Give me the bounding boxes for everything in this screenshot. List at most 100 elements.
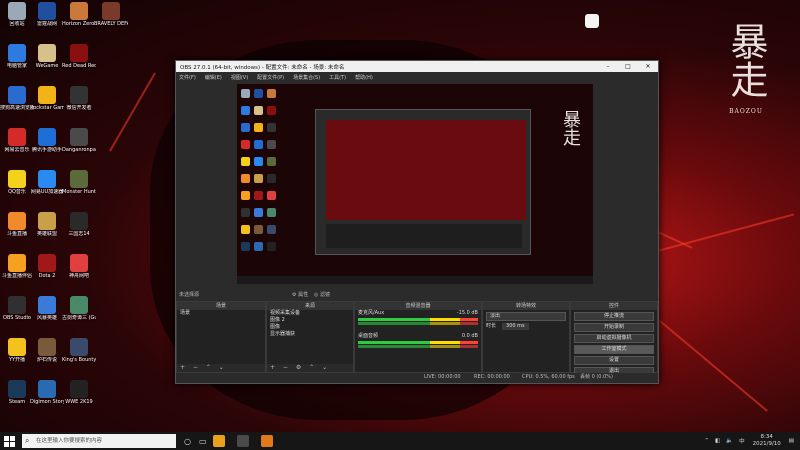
desktop-shortcut[interactable]: 微信开发者 (62, 86, 96, 111)
desktop-shortcut[interactable]: Danganronpa Trigger H... (62, 128, 96, 153)
taskbar-app-icon[interactable] (236, 435, 249, 447)
menu-tools[interactable]: 工具(T) (329, 74, 346, 81)
desktop-shortcut[interactable]: 神舟网吧 (62, 254, 96, 279)
desktop-shortcut[interactable]: 腾讯手游助手 (30, 128, 64, 153)
desktop-shortcut[interactable]: Horizon Zero Dawn (62, 2, 96, 27)
desktop-shortcut[interactable]: 搜狗高速浏览器 (0, 86, 34, 111)
filters-button[interactable]: ◎ 滤镜 (314, 291, 330, 298)
desktop-shortcut[interactable]: 电脑管家 (0, 44, 34, 69)
desktop-shortcut[interactable]: Dota 2 (30, 254, 64, 279)
obs-titlebar[interactable]: OBS 27.0.1 (64-bit, windows) - 配置文件: 未命名… (176, 61, 658, 72)
desktop-shortcut[interactable]: 三国志14 (62, 212, 96, 237)
taskbar-app-icon[interactable] (212, 435, 225, 447)
properties-button[interactable]: ⚙ 属性 (292, 291, 308, 298)
task-view-icon[interactable]: ▭ (199, 437, 207, 446)
stop-streaming-button[interactable]: 停止推流 (574, 312, 654, 321)
mic-db: -15.0 dB (456, 310, 478, 316)
desktop-shortcut[interactable]: 回收站 (0, 2, 34, 27)
app-icon (8, 44, 26, 62)
menu-help[interactable]: 帮助(H) (355, 74, 373, 81)
desktop-shortcut[interactable]: 雷霆战网 (30, 2, 64, 27)
no-source-label: 未选择源 (179, 292, 200, 298)
desktop-shortcut[interactable]: Digimon Story Cyb... (30, 380, 64, 405)
mic-volume-slider[interactable] (358, 322, 478, 325)
desktop-shortcut[interactable]: 古剑奇谭三 (Gujian3) (62, 296, 96, 321)
desktop-shortcut[interactable]: Red Dead Redempti... (62, 44, 96, 69)
desktop-shortcut[interactable]: YY开播 (0, 338, 34, 363)
taskbar-search-input[interactable]: 在这里输入你要搜索的内容 (22, 434, 176, 448)
obs-window[interactable]: OBS 27.0.1 (64-bit, windows) - 配置文件: 未命名… (175, 60, 659, 384)
ime-indicator[interactable]: 中 (739, 437, 745, 445)
app-icon (38, 254, 56, 272)
desktop-shortcut[interactable]: Rockstar Games... (30, 86, 64, 111)
app-icon (38, 338, 56, 356)
windows-start-icon[interactable] (4, 434, 18, 448)
desktop-shortcut[interactable]: 斗鱼直播 (0, 212, 34, 237)
notification-icon[interactable]: ▤ (789, 438, 794, 444)
source-item[interactable]: 显示器捕获 (267, 331, 353, 338)
scenes-toolbar[interactable]: + − ⌃ ⌄ (177, 364, 265, 372)
network-icon[interactable]: ◧ (715, 438, 720, 444)
live-timer: LIVE: 00:00:00 (424, 374, 461, 380)
desktop-shortcut[interactable]: 网易云音乐 (0, 128, 34, 153)
menu-scene-collection[interactable]: 场景集合(S) (293, 74, 320, 81)
transition-select[interactable]: 淡出 (486, 312, 566, 321)
desktop-shortcut[interactable]: OBS Studio (0, 296, 34, 321)
desktop-shortcut[interactable]: 网易UU加速器 (30, 170, 64, 195)
shortcut-label: 回收站 (9, 21, 25, 27)
app-icon (8, 338, 26, 356)
menu-file[interactable]: 文件(F) (179, 74, 196, 81)
menu-profile[interactable]: 配置文件(P) (257, 74, 284, 81)
start-recording-button[interactable]: 开始录制 (574, 323, 654, 332)
chevron-up-icon[interactable]: ⌃ (704, 438, 709, 444)
scene-item[interactable]: 场景 (177, 310, 265, 317)
system-clock[interactable]: 8:34 2021/9/10 (753, 434, 781, 448)
desktop-shortcut[interactable]: Steam (0, 380, 34, 405)
source-item[interactable]: 视频采集设备 (267, 310, 353, 317)
minimize-icon[interactable]: – (598, 63, 618, 70)
settings-button[interactable]: 设置 (574, 356, 654, 365)
shortcut-label: 腾讯手游助手 (31, 147, 62, 153)
menu-view[interactable]: 视图(V) (231, 74, 248, 81)
shortcut-label: 风暴英雄 (36, 315, 57, 321)
app-icon (8, 170, 26, 188)
app-icon (8, 296, 26, 314)
shortcut-label: 英雄联盟 (36, 231, 57, 237)
preview-canvas[interactable]: 暴走 (237, 84, 593, 284)
menu-edit[interactable]: 编辑(E) (205, 74, 222, 81)
close-icon[interactable]: ✕ (638, 63, 658, 70)
desktop-shortcut[interactable]: 英雄联盟 (30, 212, 64, 237)
desktop-shortcut[interactable]: WWE 2K19 (62, 380, 96, 405)
shortcut-label: Rockstar Games... (30, 105, 64, 111)
source-item[interactable]: 图像 (267, 324, 353, 331)
app-icon (70, 296, 88, 314)
desktop-shortcut[interactable]: WeGame (30, 44, 64, 69)
app-icon (8, 86, 26, 104)
duration-input[interactable]: 300 ms (502, 323, 529, 330)
sources-toolbar[interactable]: + − ⚙ ⌃ ⌄ (267, 364, 353, 372)
shortcut-label: 炉石传说 (36, 357, 57, 363)
app-icon (8, 128, 26, 146)
app-icon (102, 2, 120, 20)
source-item[interactable]: 图像 2 (267, 317, 353, 324)
desktop-volume-slider[interactable] (358, 345, 478, 348)
studio-mode-button[interactable]: 工作室模式 (574, 345, 654, 354)
scenes-dock: 场景 场景 + − ⌃ ⌄ (176, 301, 266, 373)
desktop-shortcut[interactable]: 风暴英雄 (30, 296, 64, 321)
shortcut-label: BRAVELY DEFAULT II (94, 21, 128, 27)
rec-timer: REC: 00:00:00 (474, 374, 510, 380)
desktop-shortcut[interactable]: 斗鱼直播伴侣 (0, 254, 34, 279)
task-view-icon[interactable]: ○ (184, 437, 191, 446)
maximize-icon[interactable]: □ (618, 63, 638, 70)
desktop-audio-label: 桌面音频 (358, 333, 379, 339)
desktop-shortcut[interactable]: 炉石传说 (30, 338, 64, 363)
taskbar-app-icon[interactable] (260, 435, 273, 447)
desktop-shortcut[interactable]: BRAVELY DEFAULT II (94, 2, 128, 27)
desktop-shortcut[interactable]: QQ音乐 (0, 170, 34, 195)
desktop-shortcut[interactable]: King's Bounty II (62, 338, 96, 363)
desktop-shortcut[interactable]: Monster Hunter ... (62, 170, 96, 195)
mic-volume-meter (358, 318, 478, 321)
shortcut-label: Steam (8, 399, 26, 405)
speaker-icon[interactable]: 🔈 (726, 438, 733, 444)
virtual-camera-button[interactable]: 启动虚拟摄像机 (574, 334, 654, 343)
